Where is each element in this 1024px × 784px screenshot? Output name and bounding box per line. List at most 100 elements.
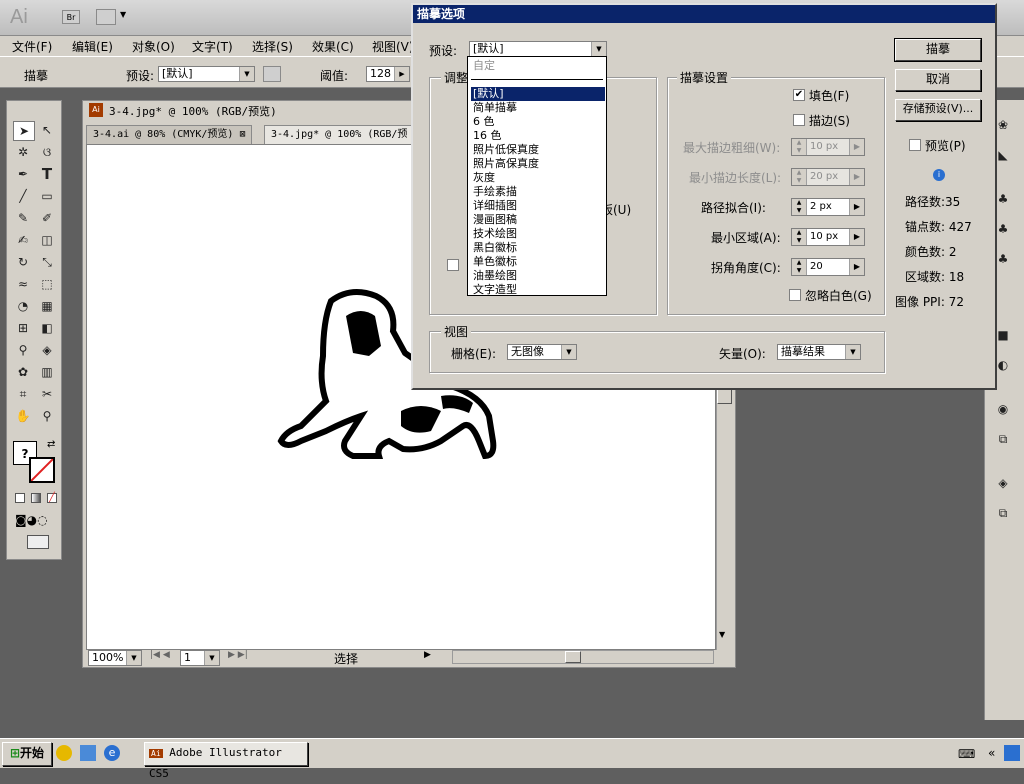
bridge-icon[interactable]: Br [62,10,80,24]
mesh-icon[interactable]: ⊞ [13,319,33,337]
preset-option[interactable]: 黑白徽标 [471,241,605,255]
preset-option[interactable]: 16 色 [471,129,605,143]
eyedropper-icon[interactable]: ⚲ [13,341,33,359]
chevron-down-icon[interactable]: ▼ [120,10,126,19]
arrange-documents-icon[interactable] [96,9,116,25]
spinner-icon[interactable]: ▲ ▼ [792,169,807,185]
magic-wand-icon[interactable]: ✲ [13,143,33,161]
menu-effect[interactable]: 效果(C) [312,38,354,55]
adjust-checkbox[interactable] [447,259,459,271]
chevron-right-icon[interactable]: ▶ [849,169,864,185]
gradient-mode-icon[interactable] [31,493,41,503]
swap-colors-icon[interactable]: ⇄ [47,439,55,450]
preset-option[interactable]: 油墨绘图 [471,269,605,283]
cancel-button[interactable]: 取消 [895,69,981,91]
menu-type[interactable]: 文字(T) [192,38,233,55]
artboard-icon[interactable]: ⌗ [13,385,33,403]
graphic-styles-icon[interactable]: ⧉ [993,430,1013,448]
menu-view[interactable]: 视图(V) [372,38,414,55]
blend-icon[interactable]: ◈ [37,341,57,359]
ignore-white-checkbox[interactable] [789,289,801,301]
browser-icon[interactable] [80,745,96,761]
graph-icon[interactable]: ▥ [37,363,57,381]
line-tool-icon[interactable]: ╱ [13,187,33,205]
min-stroke-input[interactable]: ▲ ▼ 20 px ▶ [791,168,865,186]
scale-icon[interactable]: ⤡ [37,253,57,271]
tab-ai-document[interactable]: 3-4.ai @ 80% (CMYK/预览) ⊠ [86,125,253,145]
ctrl-preset-select[interactable]: [默认] ▼ [158,66,255,82]
menu-file[interactable]: 文件(F) [12,38,52,55]
horizontal-scrollbar[interactable] [452,650,714,664]
preset-option[interactable]: 照片高保真度 [471,157,605,171]
tab-jpg-document[interactable]: 3-4.jpg* @ 100% (RGB/预 [264,125,415,145]
max-stroke-input[interactable]: ▲ ▼ 10 px ▶ [791,138,865,156]
min-area-input[interactable]: ▲ ▼ 10 px ▶ [791,228,865,246]
preset-option-selected[interactable]: [默认] [471,87,605,101]
gradient-icon[interactable]: ◧ [37,319,57,337]
threshold-input[interactable]: 128 ▶ [366,66,410,82]
preset-option[interactable]: 照片低保真度 [471,143,605,157]
save-preset-button[interactable]: 存储预设(V)... [895,99,981,121]
keyboard-icon[interactable]: ⌨ [958,747,975,761]
next-page-icon[interactable]: ▶ ▶| [228,650,248,660]
type-tool-icon[interactable]: T [37,165,57,183]
media-player-icon[interactable] [56,745,72,761]
hscroll-thumb[interactable] [565,651,581,663]
lasso-icon[interactable]: ଓ [37,143,57,161]
drawing-modes-icon[interactable]: ◙◕◌ [15,513,57,529]
layers-icon[interactable]: ◈ [993,474,1013,492]
perspective-grid-icon[interactable]: ▦ [37,297,57,315]
corner-angle-input[interactable]: ▲ ▼ 20 ▶ [791,258,865,276]
scroll-down-icon[interactable]: ▼ [719,630,725,639]
stroke-color-icon[interactable] [29,457,55,483]
symbol-sprayer-icon[interactable]: ✿ [13,363,33,381]
vertical-scrollbar[interactable]: ▼ [716,380,732,650]
none-mode-icon[interactable]: ╱ [47,493,57,503]
ie-icon[interactable]: e [104,745,120,761]
spinner-icon[interactable]: ▲ ▼ [792,229,807,245]
zoom-icon[interactable]: ⚲ [37,407,57,425]
preset-option[interactable]: 漫画图稿 [471,213,605,227]
brush-icon[interactable]: ✎ [13,209,33,227]
menu-select[interactable]: 选择(S) [252,38,293,55]
trace-options-icon[interactable] [263,66,281,82]
close-icon[interactable]: ⊠ [239,129,245,140]
spinner-icon[interactable]: ▲ ▼ [792,199,807,215]
preset-option[interactable]: 详细插图 [471,199,605,213]
menu-object[interactable]: 对象(O) [132,38,175,55]
chevron-right-icon[interactable]: ▶ [849,259,864,275]
warp-icon[interactable]: ≈ [13,275,33,293]
direct-selection-icon[interactable]: ↖ [37,121,57,139]
hand-icon[interactable]: ✋ [13,407,33,425]
preset-option[interactable]: 文字造型 [471,283,605,297]
pen-icon[interactable]: ✒ [13,165,33,183]
first-page-icon[interactable]: |◀ ◀ [150,650,170,660]
rotate-icon[interactable]: ↻ [13,253,33,271]
preset-option[interactable]: 单色徽标 [471,255,605,269]
preset-option[interactable]: 自定 [471,59,605,73]
selection-tool-icon[interactable]: ➤ [13,121,35,141]
color-mode-icon[interactable] [15,493,25,503]
fill-checkbox[interactable]: ✔ [793,89,805,101]
taskbar-illustrator-button[interactable]: Ai Adobe Illustrator CS5 [144,742,308,780]
preset-option[interactable]: 技术绘图 [471,227,605,241]
status-menu-icon[interactable]: ▶ [424,650,431,660]
preset-option[interactable]: 6 色 [471,115,605,129]
preview-checkbox[interactable] [909,139,921,151]
network-icon[interactable] [1004,745,1020,761]
zoom-select[interactable]: 100% ▼ [88,650,142,666]
preset-option[interactable]: 灰度 [471,171,605,185]
blob-brush-icon[interactable]: ✍ [13,231,33,249]
appearance-icon[interactable]: ◉ [993,400,1013,418]
menu-edit[interactable]: 编辑(E) [72,38,113,55]
free-transform-icon[interactable]: ⬚ [37,275,57,293]
chevron-right-icon[interactable]: ▶ [849,139,864,155]
slice-icon[interactable]: ✂ [37,385,57,403]
eraser-icon[interactable]: ◫ [37,231,57,249]
path-fit-input[interactable]: ▲ ▼ 2 px ▶ [791,198,865,216]
trace-button[interactable]: 描摹 [894,38,982,62]
preset-option[interactable]: 简单描摹 [471,101,605,115]
tray-expand-icon[interactable]: « [988,746,995,760]
artboards-icon[interactable]: ⧉ [993,504,1013,522]
stroke-checkbox[interactable] [793,114,805,126]
